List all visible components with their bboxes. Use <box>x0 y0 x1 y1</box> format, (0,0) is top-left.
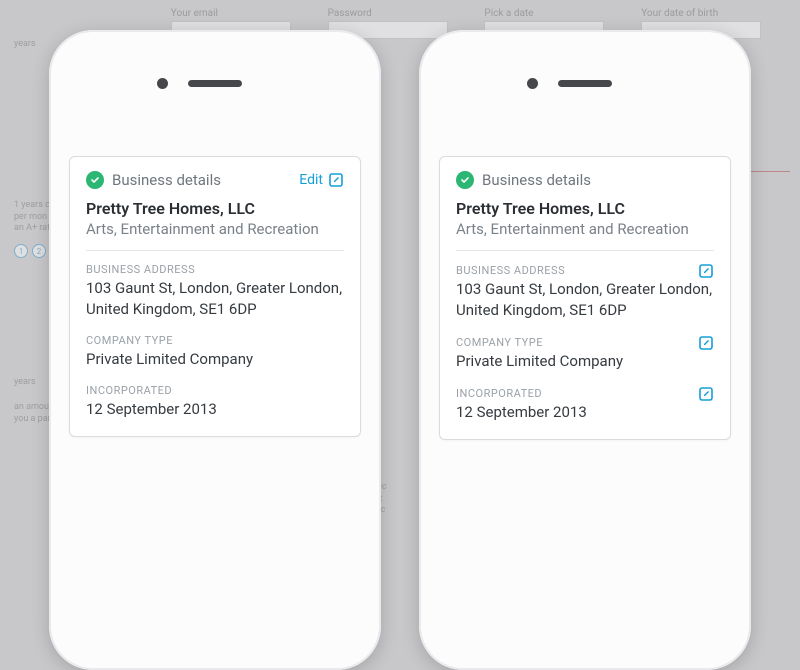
phone-left: Business details Edit Pretty Tree Homes,… <box>49 30 381 670</box>
business-details-card: Business details Pretty Tree Homes, LLC … <box>439 156 731 440</box>
check-circle-icon <box>456 171 474 189</box>
field-value: 103 Gaunt St, London, Greater London, Un… <box>456 279 714 321</box>
field-label: BUSINESS ADDRESS <box>86 263 344 276</box>
edit-icon <box>698 335 714 351</box>
business-name: Pretty Tree Homes, LLC <box>86 199 344 218</box>
field-label: INCORPORATED <box>456 387 542 400</box>
card-header: Business details Edit <box>86 171 344 199</box>
field-value: Private Limited Company <box>86 349 344 370</box>
edit-label: Edit <box>299 172 323 188</box>
field-label: BUSINESS ADDRESS <box>456 264 565 277</box>
edit-address-button[interactable] <box>698 263 714 279</box>
field-label: COMPANY TYPE <box>86 334 344 347</box>
edit-button[interactable]: Edit <box>299 172 344 188</box>
business-name: Pretty Tree Homes, LLC <box>456 199 714 218</box>
field-value: 12 September 2013 <box>456 402 714 423</box>
phone-pair: Business details Edit Pretty Tree Homes,… <box>0 0 800 600</box>
edit-company-type-button[interactable] <box>698 335 714 351</box>
business-category: Arts, Entertainment and Recreation <box>456 220 714 251</box>
field-label: INCORPORATED <box>86 384 344 397</box>
edit-incorporated-button[interactable] <box>698 386 714 402</box>
edit-icon <box>328 172 344 188</box>
field-company-type: COMPANY TYPE Private Limited Company <box>456 335 714 372</box>
card-title: Business details <box>482 171 714 189</box>
field-incorporated: INCORPORATED 12 September 2013 <box>456 386 714 423</box>
field-value: Private Limited Company <box>456 351 714 372</box>
business-category: Arts, Entertainment and Recreation <box>86 220 344 251</box>
edit-icon <box>698 386 714 402</box>
business-details-card: Business details Edit Pretty Tree Homes,… <box>69 156 361 437</box>
field-company-type: COMPANY TYPE Private Limited Company <box>86 334 344 370</box>
card-title: Business details <box>112 171 291 189</box>
field-label: COMPANY TYPE <box>456 336 543 349</box>
check-circle-icon <box>86 171 104 189</box>
field-value: 103 Gaunt St, London, Greater London, Un… <box>86 278 344 320</box>
field-address: BUSINESS ADDRESS 103 Gaunt St, London, G… <box>456 263 714 321</box>
field-address: BUSINESS ADDRESS 103 Gaunt St, London, G… <box>86 263 344 320</box>
edit-icon <box>698 263 714 279</box>
card-header: Business details <box>456 171 714 199</box>
field-value: 12 September 2013 <box>86 399 344 420</box>
phone-right: Business details Pretty Tree Homes, LLC … <box>419 30 751 670</box>
field-incorporated: INCORPORATED 12 September 2013 <box>86 384 344 420</box>
